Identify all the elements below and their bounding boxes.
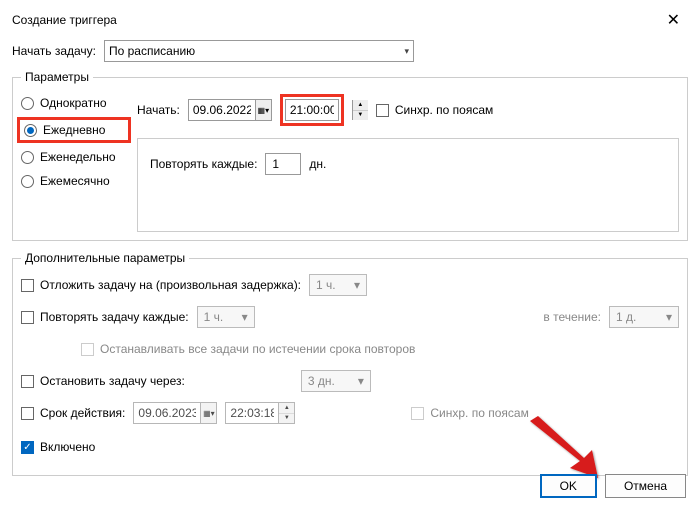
delay-checkbox[interactable] bbox=[21, 279, 34, 292]
repeat-every-label: Повторять каждые: bbox=[150, 157, 257, 171]
repeat-task-combo[interactable]: 1 ч. ▾ bbox=[197, 306, 255, 328]
start-label: Начать: bbox=[137, 103, 180, 117]
enabled-option[interactable]: Включено bbox=[21, 440, 95, 454]
expire-time-input[interactable] bbox=[226, 403, 278, 423]
start-time-picker[interactable] bbox=[285, 99, 339, 121]
time-spinner[interactable]: ▲ ▼ bbox=[352, 100, 368, 120]
calendar-icon[interactable]: ▦▾ bbox=[255, 100, 271, 120]
window-title: Создание триггера bbox=[12, 13, 117, 27]
close-button[interactable]: ✕ bbox=[659, 8, 688, 32]
duration-value: 1 д. bbox=[616, 310, 636, 324]
stop-after-value: 3 дн. bbox=[308, 374, 335, 388]
advanced-legend: Дополнительные параметры bbox=[21, 251, 189, 265]
radio-icon bbox=[21, 175, 34, 188]
expire-date-picker[interactable]: ▦▾ bbox=[133, 402, 217, 424]
stop-after-label: Остановить задачу через: bbox=[40, 374, 185, 388]
repeat-task-value: 1 ч. bbox=[204, 310, 224, 324]
stop-after-combo[interactable]: 3 дн. ▾ bbox=[301, 370, 371, 392]
expire-sync-option: Синхр. по поясам bbox=[411, 406, 528, 420]
calendar-icon[interactable]: ▦▾ bbox=[200, 403, 216, 423]
radio-once[interactable]: Однократно bbox=[21, 96, 127, 110]
radio-daily-label: Ежедневно bbox=[43, 123, 105, 137]
highlight-time bbox=[280, 94, 344, 126]
repeat-panel: Повторять каждые: дн. bbox=[137, 138, 679, 232]
highlight-daily: Ежедневно bbox=[17, 117, 131, 143]
start-time-input[interactable] bbox=[286, 100, 338, 120]
expire-checkbox[interactable] bbox=[21, 407, 34, 420]
begin-task-label: Начать задачу: bbox=[12, 44, 96, 58]
chevron-down-icon: ▾ bbox=[242, 310, 248, 324]
enabled-label: Включено bbox=[40, 440, 95, 454]
chevron-down-icon: ▾ bbox=[358, 374, 364, 388]
enabled-checkbox[interactable] bbox=[21, 441, 34, 454]
begin-task-value: По расписанию bbox=[109, 44, 195, 58]
radio-weekly-label: Еженедельно bbox=[40, 150, 116, 164]
expire-label: Срок действия: bbox=[40, 406, 125, 420]
chevron-down-icon: ▾ bbox=[666, 310, 672, 324]
delay-combo[interactable]: 1 ч. ▾ bbox=[309, 274, 367, 296]
repeat-task-option[interactable]: Повторять задачу каждые: bbox=[21, 310, 189, 324]
expire-sync-label: Синхр. по поясам bbox=[430, 406, 528, 420]
repeat-every-input[interactable] bbox=[265, 153, 301, 175]
sync-tz-checkbox[interactable] bbox=[376, 104, 389, 117]
cancel-button[interactable]: Отмена bbox=[605, 474, 686, 498]
delay-option[interactable]: Отложить задачу на (произвольная задержк… bbox=[21, 278, 301, 292]
radio-monthly-label: Ежемесячно bbox=[40, 174, 110, 188]
radio-monthly[interactable]: Ежемесячно bbox=[21, 174, 127, 188]
duration-combo[interactable]: 1 д. ▾ bbox=[609, 306, 679, 328]
ok-button[interactable]: OK bbox=[540, 474, 597, 498]
stop-all-checkbox bbox=[81, 343, 94, 356]
start-date-picker[interactable]: ▦▾ bbox=[188, 99, 272, 121]
params-fieldset: Параметры Однократно Ежедневно Еженедель… bbox=[12, 70, 688, 241]
spin-down-icon[interactable]: ▼ bbox=[353, 111, 368, 121]
spin-up-icon[interactable]: ▲ bbox=[279, 403, 294, 414]
repeat-task-checkbox[interactable] bbox=[21, 311, 34, 324]
expire-sync-checkbox bbox=[411, 407, 424, 420]
sync-tz-label: Синхр. по поясам bbox=[395, 103, 493, 117]
chevron-down-icon: ▾ bbox=[354, 278, 360, 292]
delay-value: 1 ч. bbox=[316, 278, 336, 292]
expire-option[interactable]: Срок действия: bbox=[21, 406, 125, 420]
stop-all-option: Останавливать все задачи по истечении ср… bbox=[81, 342, 415, 356]
radio-once-label: Однократно bbox=[40, 96, 107, 110]
duration-label: в течение: bbox=[543, 310, 601, 324]
begin-task-combo[interactable]: По расписанию ▾ bbox=[104, 40, 414, 62]
expire-date-input[interactable] bbox=[134, 403, 200, 423]
repeat-every-unit: дн. bbox=[309, 157, 326, 171]
radio-weekly[interactable]: Еженедельно bbox=[21, 150, 127, 164]
sync-tz-option[interactable]: Синхр. по поясам bbox=[376, 103, 493, 117]
radio-icon bbox=[24, 124, 37, 137]
stop-all-label: Останавливать все задачи по истечении ср… bbox=[100, 342, 415, 356]
stop-after-option[interactable]: Остановить задачу через: bbox=[21, 374, 185, 388]
start-date-input[interactable] bbox=[189, 100, 255, 120]
stop-after-checkbox[interactable] bbox=[21, 375, 34, 388]
advanced-fieldset: Дополнительные параметры Отложить задачу… bbox=[12, 251, 688, 476]
params-legend: Параметры bbox=[21, 70, 93, 84]
radio-icon bbox=[21, 151, 34, 164]
radio-icon bbox=[21, 97, 34, 110]
spin-down-icon[interactable]: ▼ bbox=[279, 414, 294, 424]
time-spinner[interactable]: ▲ ▼ bbox=[278, 403, 294, 423]
expire-time-picker[interactable]: ▲ ▼ bbox=[225, 402, 295, 424]
radio-daily[interactable]: Ежедневно bbox=[24, 123, 105, 137]
delay-label: Отложить задачу на (произвольная задержк… bbox=[40, 278, 301, 292]
repeat-task-label: Повторять задачу каждые: bbox=[40, 310, 189, 324]
spin-up-icon[interactable]: ▲ bbox=[353, 100, 368, 111]
chevron-down-icon: ▾ bbox=[404, 46, 409, 57]
